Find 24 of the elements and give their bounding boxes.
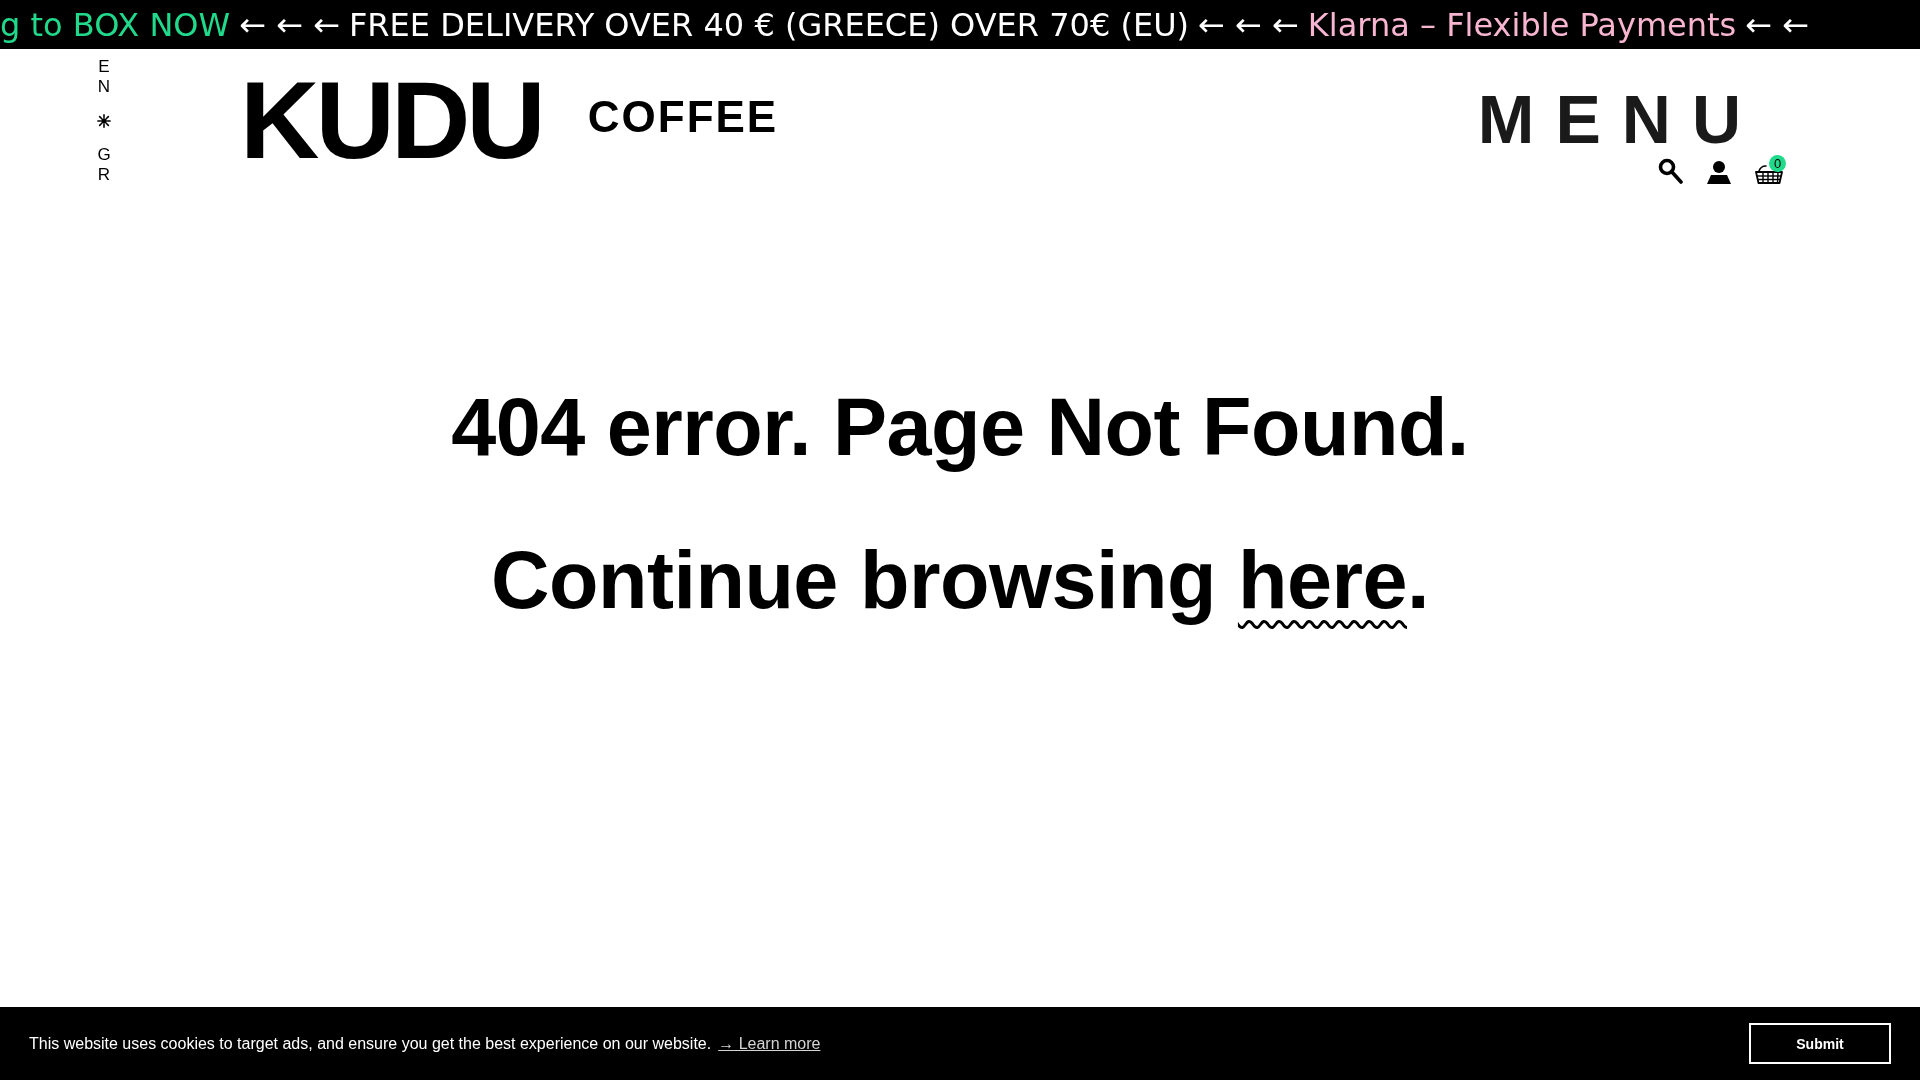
- user-icon: [1707, 161, 1731, 184]
- language-option[interactable]: GR: [95, 145, 113, 186]
- arrows-text: ← ← ←: [1198, 8, 1299, 41]
- search-icon: [1658, 158, 1683, 184]
- search-button[interactable]: [1658, 158, 1683, 184]
- learn-more-link[interactable]: → Learn more: [718, 1034, 821, 1053]
- arrows-text: ← ←: [1745, 8, 1810, 41]
- continue-browsing-text: Continue browsing here.: [0, 532, 1920, 638]
- cart-button[interactable]: 0: [1755, 155, 1786, 184]
- cart-count-badge: 0: [1769, 155, 1786, 172]
- announcement-text: Klarna – Flexible Payments: [1307, 8, 1737, 41]
- arrows-text: ← ← ←: [239, 8, 340, 41]
- brand-tagline[interactable]: COFFEE: [587, 95, 779, 139]
- menu-button[interactable]: MENU: [1477, 85, 1762, 153]
- sun-icon: [97, 114, 111, 129]
- language-option[interactable]: EN: [95, 57, 113, 98]
- cookie-message: This website uses cookies to target ads, and ensure you get the best experience on our website.: [29, 1034, 712, 1053]
- submit-button[interactable]: Submit: [1749, 1023, 1891, 1064]
- announcement-text: FREE DELIVERY OVER 40 € (GREECE) OVER 70€ (EU): [348, 8, 1190, 41]
- error-heading: 404 error. Page Not Found.: [450, 381, 1470, 474]
- account-button[interactable]: [1707, 161, 1731, 184]
- here-link[interactable]: here: [1237, 532, 1407, 638]
- announcement-text: g to BOX NOW: [0, 8, 231, 41]
- brand-name[interactable]: KUDU: [240, 65, 542, 175]
